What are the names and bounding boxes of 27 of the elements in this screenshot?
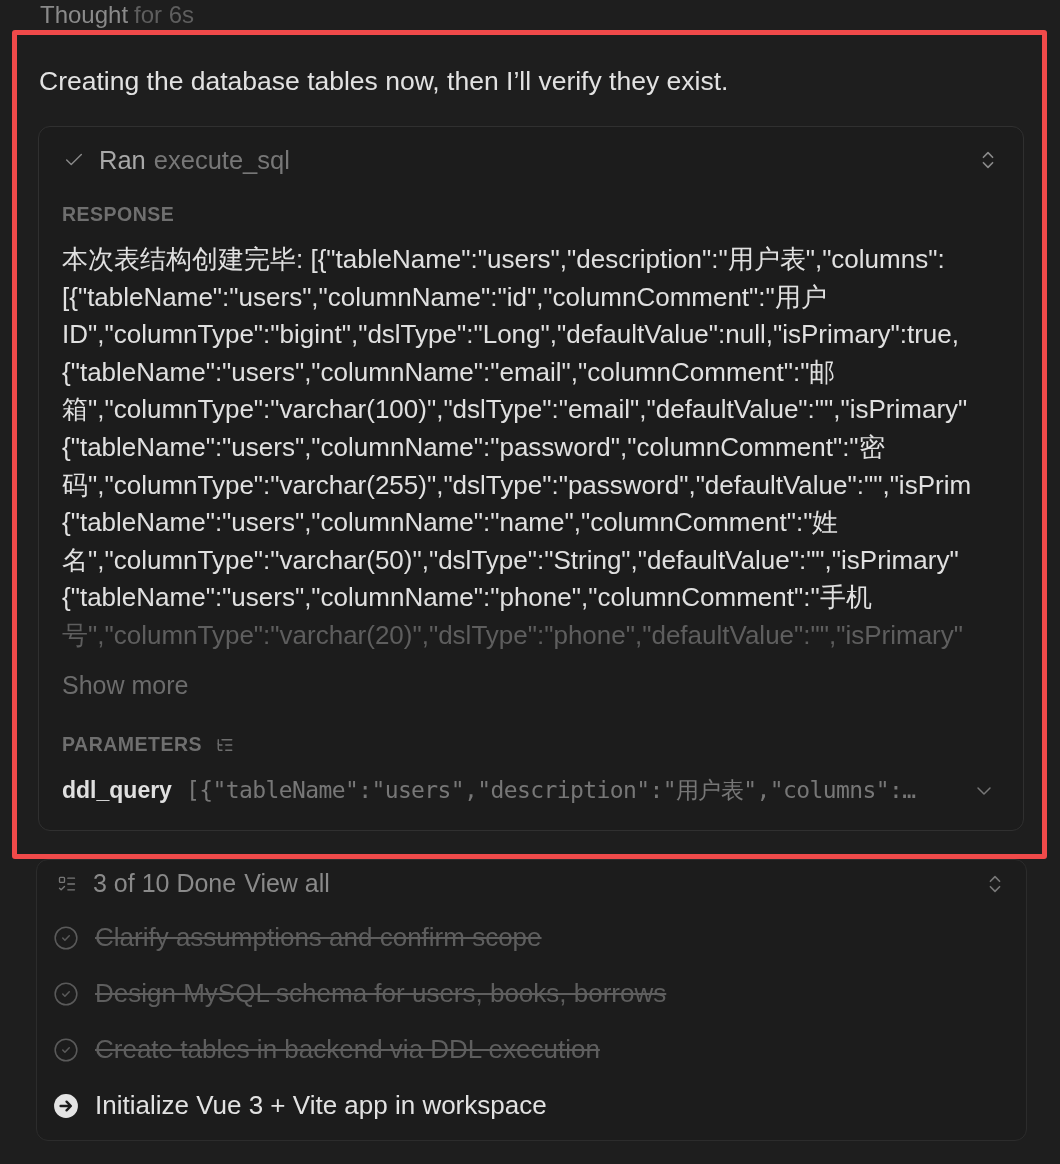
parameters-label: PARAMETERS <box>62 731 203 757</box>
show-more-link[interactable]: Show more <box>62 666 189 703</box>
response-text-line: 名","columnType":"varchar(50)","dslType":"String","defaultValue":"","isPrimary" <box>62 543 959 577</box>
parameter-value: [{"tableName":"users","description":"用户表","columns":… <box>185 776 916 806</box>
response-text-line: 本次表结构创建完毕: [{"tableName":"users","description":"用户表","columns": <box>62 243 945 276</box>
tool-status: Ran <box>99 144 146 176</box>
response-text-line: 号","columnType":"varchar(20)","dslType":"phone","defaultValue":"","isPrimary" <box>62 618 963 652</box>
thought-label: Thought <box>40 0 129 30</box>
view-all-link[interactable]: View all <box>244 864 330 903</box>
response-text-line: {"tableName":"users","columnName":"email","columnComment":"邮 <box>62 355 836 389</box>
tool-name: execute_sql <box>153 144 290 176</box>
todo-item-text: Initialize Vue 3 + Vite app in workspace <box>95 1089 547 1123</box>
response-text-line: [{"tableName":"users","columnName":"id","columnComment":"用户 <box>62 280 827 314</box>
response-text-line: {"tableName":"users","columnName":"name","columnComment":"姓 <box>62 506 839 540</box>
response-text-line: ID","columnType":"bigint","dslType":"Long","defaultValue":null,"isPrimary":true, <box>62 318 959 352</box>
response-text-line: 码","columnType":"varchar(255)","dslType":"password","defaultValue":"","isPrim <box>62 468 972 502</box>
todo-item-text: Clarify assumptions and confirm scope <box>95 921 542 955</box>
todo-item-text: Create tables in backend via DDL execution <box>95 1033 600 1067</box>
response-text-line: {"tableName":"users","columnName":"phone","columnComment":"手机 <box>62 581 872 615</box>
response-text-line: 箱","columnType":"varchar(100)","dslType":"email","defaultValue":"","isPrimary" <box>62 393 968 427</box>
todo-item-text: Design MySQL schema for users, books, borrows <box>95 977 667 1011</box>
todo-summary: 3 of 10 Done <box>93 867 237 899</box>
assistant-message: Creating the database tables now, then I’ll verify they exist. <box>39 65 730 98</box>
parameter-name: ddl_query <box>62 776 172 806</box>
response-text-line: {"tableName":"users","columnName":"password","columnComment":"密 <box>62 430 885 464</box>
response-label: RESPONSE <box>62 202 176 227</box>
thought-duration: for 6s <box>134 0 195 30</box>
